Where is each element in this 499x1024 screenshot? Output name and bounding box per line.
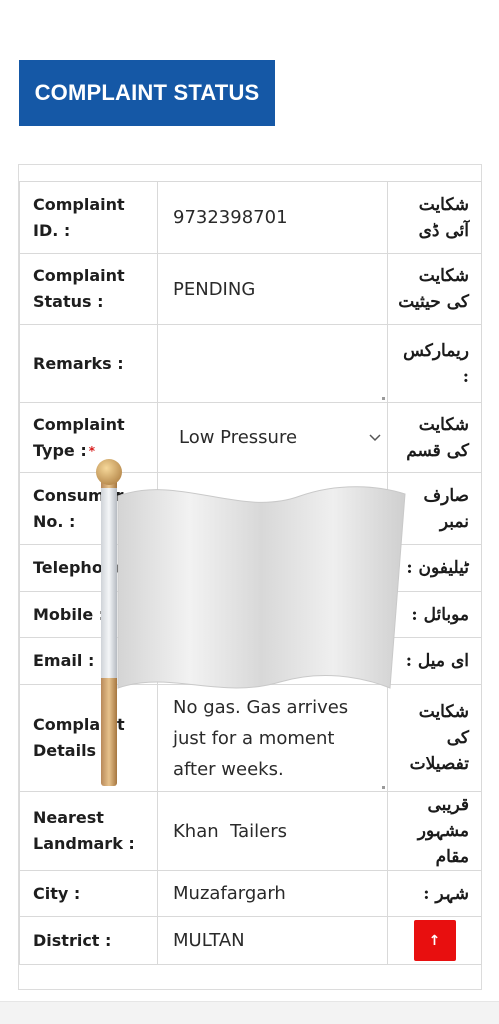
complaint-status-value: PENDING (157, 253, 388, 325)
remarks-label: Remarks : (19, 324, 158, 403)
city-value: Muzafargarh (157, 870, 388, 917)
remarks-field[interactable] (157, 324, 388, 403)
complaint-id-label: Complaint ID. : (19, 181, 158, 254)
city-urdu-label: شہر : (387, 870, 482, 917)
nearest-landmark-value: Khan Tailers (157, 791, 388, 871)
remarks-urdu-label: ریمارکس : (387, 324, 482, 403)
nearest-landmark-text: Khan Tailers (173, 820, 287, 842)
district-urdu-cell: ↑ (387, 916, 482, 965)
complaint-id-value: 9732398701 (157, 181, 388, 254)
chevron-down-icon (369, 433, 381, 441)
table-row: Complaint Status : PENDING شکایت کی حیثی… (19, 253, 482, 325)
complaint-type-selected-value: Low Pressure (179, 427, 298, 448)
system-navigation-bar (0, 1001, 499, 1024)
district-value: MULTAN (157, 916, 388, 965)
district-label: District : (19, 916, 158, 965)
white-flag-icon (96, 459, 406, 786)
table-row: City : Muzafargarh شہر : (19, 870, 482, 917)
city-label: City : (19, 870, 158, 917)
complaint-status-urdu-label: شکایت کی حیثیت (387, 253, 482, 325)
scroll-to-top-button[interactable]: ↑ (413, 920, 456, 961)
complaint-status-label: Complaint Status : (19, 253, 158, 325)
nearest-landmark-label: Nearest Landmark : (19, 791, 158, 871)
table-row: District : MULTAN ↑ (19, 916, 482, 965)
complaint-status-header: COMPLAINT STATUS (19, 60, 275, 126)
arrow-up-icon: ↑ (428, 932, 441, 949)
table-row: Nearest Landmark : Khan Tailers قریبی مش… (19, 791, 482, 871)
table-row: Complaint ID. : 9732398701 شکایت آئی ڈی (19, 181, 482, 254)
complaint-id-urdu-label: شکایت آئی ڈی (387, 181, 482, 254)
table-row: Remarks : ریمارکس : (19, 324, 482, 403)
resize-handle-icon[interactable] (382, 397, 385, 400)
complaint-type-label-text: Complaint Type : (33, 414, 125, 460)
nearest-landmark-urdu-label: قریبی مشہور مقام (387, 791, 482, 871)
